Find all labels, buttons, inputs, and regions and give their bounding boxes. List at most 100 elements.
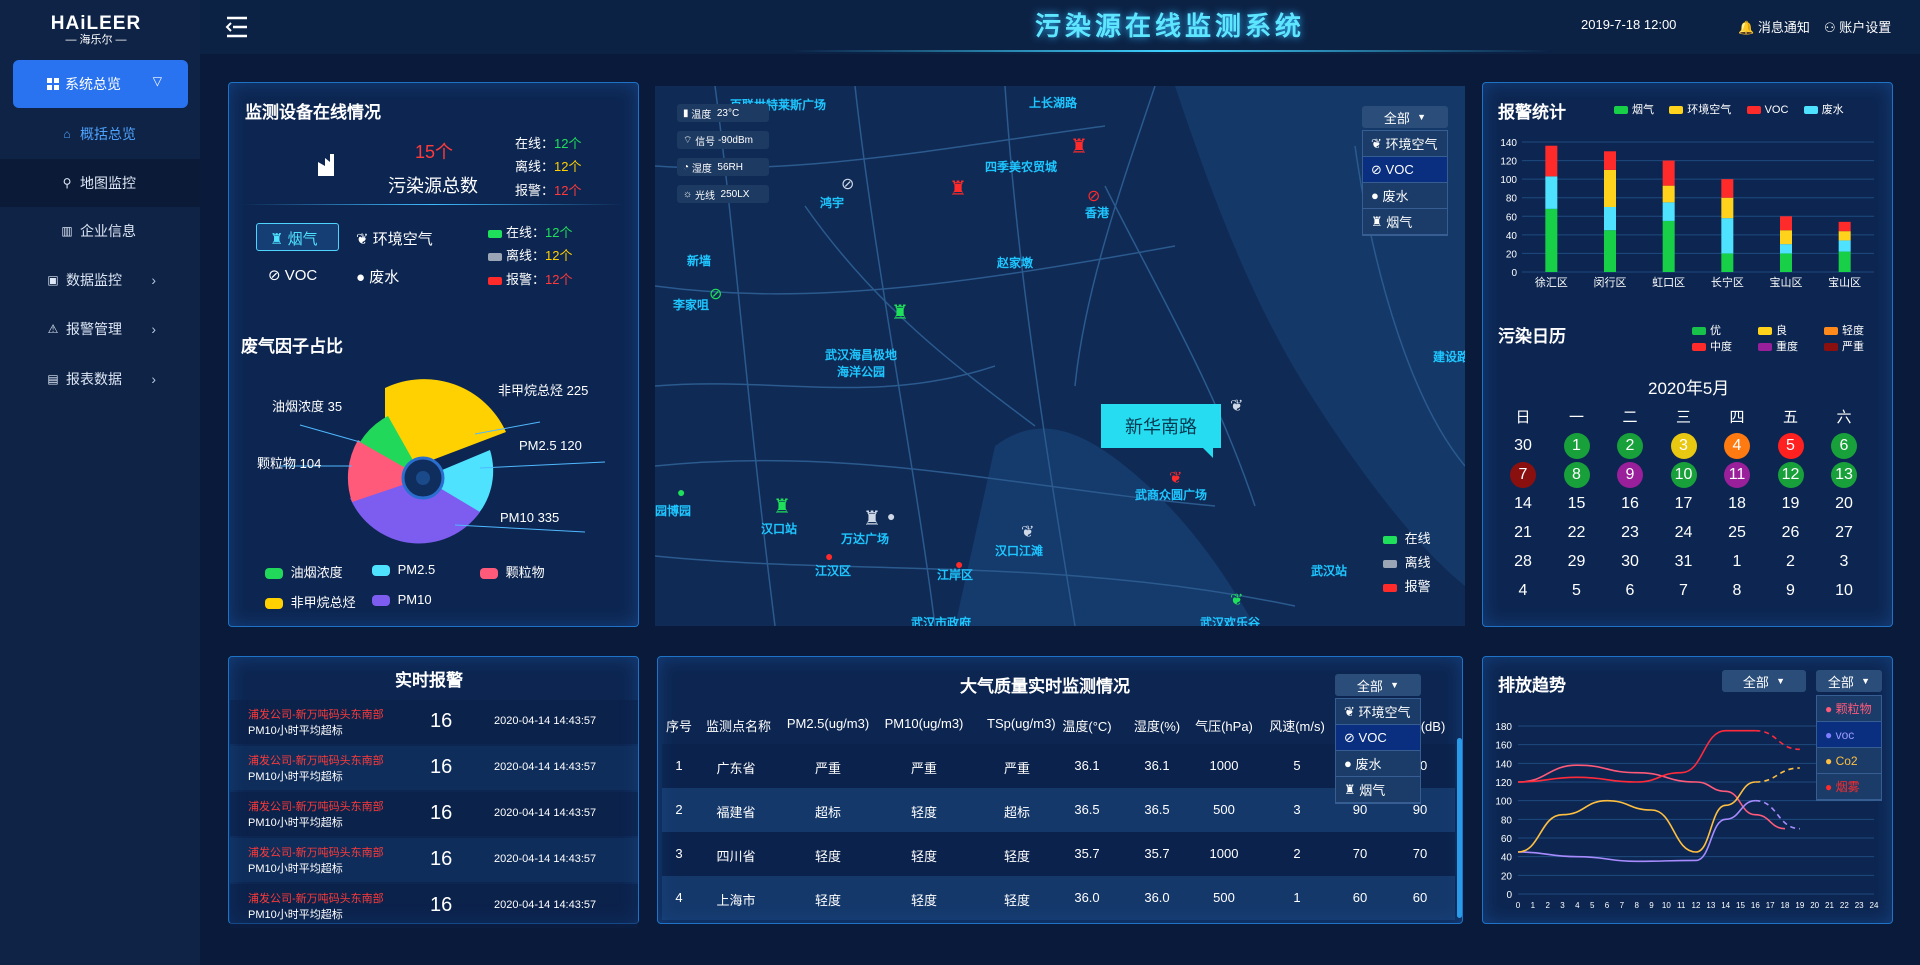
marker-voc-offline-icon[interactable]: ⊘	[841, 174, 854, 194]
calendar-day[interactable]: 19	[1778, 491, 1804, 517]
marker-air-offline-icon[interactable]: ❦	[1230, 396, 1243, 416]
table-header-cell[interactable]: 序号	[649, 716, 709, 735]
calendar-day[interactable]: 1	[1563, 433, 1590, 459]
alarm-row[interactable]: 浦发公司-新万吨码头东南部 PM10小时平均超标 16 2020-04-14 14:4…	[230, 700, 638, 744]
type-tab-water[interactable]: ● 废水	[356, 266, 399, 287]
table-header-cell[interactable]: PM10(ug/m3)	[879, 716, 969, 731]
calendar-day[interactable]: 6	[1831, 433, 1857, 459]
nav-system-overview[interactable]: 系统总览 ▽	[13, 60, 188, 108]
calendar-day[interactable]: 16	[1617, 491, 1643, 517]
table-scrollbar[interactable]	[1457, 738, 1462, 918]
calendar-day[interactable]: 7	[1510, 462, 1536, 488]
table-header-cell[interactable]: 监测点名称	[706, 716, 771, 735]
marker-voc-online-icon[interactable]: ⊘	[709, 284, 722, 304]
nav-data-monitor[interactable]: ▣ 数据监控 ›	[0, 256, 200, 304]
alarm-row[interactable]: 浦发公司-新万吨码头东南部 PM10小时平均超标 16 2020-04-14 14:4…	[230, 746, 638, 790]
calendar-day[interactable]: 21	[1510, 520, 1536, 546]
type-tab-air[interactable]: ❦ 环境空气	[356, 228, 433, 249]
calendar-day[interactable]: 4	[1510, 578, 1536, 604]
calendar-day[interactable]: 3	[1670, 433, 1697, 459]
account-link[interactable]: ⚇ 账户设置	[1824, 17, 1891, 36]
calendar-day[interactable]: 14	[1510, 491, 1536, 517]
marker-air-alarm-icon[interactable]: ❦	[1169, 468, 1182, 488]
calendar-day[interactable]: 30	[1510, 433, 1536, 459]
map-filter-option[interactable]: ❦ 环境空气	[1363, 131, 1447, 157]
calendar-day[interactable]: 18	[1724, 491, 1750, 517]
nav-map-monitor[interactable]: ⚲ 地图监控	[0, 159, 200, 207]
calendar-day[interactable]: 6	[1617, 578, 1643, 604]
calendar-day[interactable]: 10	[1831, 578, 1857, 604]
calendar-day[interactable]: 2	[1778, 549, 1804, 575]
map-view[interactable]: 百联世特莱斯广场 上长湖路 四季美农贸城 香港 鸿宇 李家咀 新墙 赵家墩 武汉…	[655, 86, 1465, 626]
calendar-day[interactable]: 20	[1831, 491, 1857, 517]
trend-filter-1[interactable]: 全部 ▼	[1722, 670, 1806, 692]
marker-online-icon[interactable]: ♜	[773, 494, 791, 519]
calendar-day[interactable]: 1	[1724, 549, 1750, 575]
calendar-day[interactable]: 25	[1724, 520, 1750, 546]
calendar-day[interactable]: 26	[1778, 520, 1804, 546]
marker-offline-icon[interactable]: ♜	[863, 506, 881, 531]
calendar-day[interactable]: 13	[1831, 462, 1857, 488]
nav-report-data[interactable]: ▤ 报表数据 ›	[0, 355, 200, 403]
marker-alarm-icon[interactable]: ♜	[949, 176, 967, 201]
map-filter-option[interactable]: ♜ 烟气	[1363, 209, 1447, 235]
air-filter-option[interactable]: ❦ 环境空气	[1336, 699, 1420, 725]
calendar-day[interactable]: 5	[1777, 433, 1804, 459]
map-filter-option[interactable]: ● 废水	[1363, 183, 1447, 209]
air-filter-option[interactable]: ♜ 烟气	[1336, 777, 1420, 803]
notify-link[interactable]: 🔔 消息通知	[1738, 17, 1810, 36]
marker-water-online-icon[interactable]: ●	[677, 484, 685, 500]
table-header-cell[interactable]: 气压(hPa)	[1194, 716, 1254, 735]
calendar-day[interactable]: 9	[1617, 462, 1643, 488]
calendar-day[interactable]: 3	[1831, 549, 1857, 575]
marker-air-offline-icon[interactable]: ❦	[1021, 522, 1034, 542]
alarm-row[interactable]: 浦发公司-新万吨码头东南部 PM10小时平均超标 16 2020-04-14 14:4…	[230, 884, 638, 928]
trend-series-option[interactable]: ● 烟雾	[1817, 774, 1881, 800]
trend-series-option[interactable]: ● voc	[1817, 722, 1881, 748]
table-header-cell[interactable]: 温度(°C)	[1057, 716, 1117, 735]
air-filter-dropdown[interactable]: 全部 ▼	[1335, 674, 1421, 696]
trend-filter-2[interactable]: 全部 ▼	[1816, 670, 1882, 692]
nav-overview-summary[interactable]: ⌂ 概括总览	[0, 110, 200, 158]
table-header-cell[interactable]: PM2.5(ug/m3)	[783, 716, 873, 731]
marker-online-icon[interactable]: ♜	[891, 300, 909, 325]
marker-water-offline-icon[interactable]: ●	[887, 508, 895, 524]
alarm-row[interactable]: 浦发公司-新万吨码头东南部 PM10小时平均超标 16 2020-04-14 14:4…	[230, 792, 638, 836]
calendar-day[interactable]: 28	[1510, 549, 1536, 575]
calendar-day[interactable]: 4	[1724, 433, 1750, 459]
marker-voc-alarm-icon[interactable]: ⊘	[1087, 186, 1100, 206]
map-filter-option[interactable]: ⊘ VOC	[1363, 157, 1447, 183]
calendar-day[interactable]: 8	[1724, 578, 1750, 604]
table-header-cell[interactable]: 风速(m/s)	[1267, 716, 1327, 735]
calendar-day[interactable]: 10	[1670, 462, 1697, 488]
nav-company-info[interactable]: ▥ 企业信息	[0, 207, 200, 255]
menu-toggle-icon[interactable]	[224, 14, 250, 40]
air-filter-option[interactable]: ⊘ VOC	[1336, 725, 1420, 751]
calendar-day[interactable]: 8	[1563, 462, 1590, 488]
calendar-day[interactable]: 23	[1617, 520, 1643, 546]
calendar-day[interactable]: 5	[1564, 578, 1590, 604]
calendar-day[interactable]: 24	[1671, 520, 1697, 546]
calendar-day[interactable]: 31	[1671, 549, 1697, 575]
type-tab-voc[interactable]: ⊘ VOC	[268, 266, 317, 284]
calendar-day[interactable]: 7	[1671, 578, 1697, 604]
calendar-day[interactable]: 12	[1777, 462, 1804, 488]
trend-series-option[interactable]: ● 颗粒物	[1817, 696, 1881, 722]
table-header-cell[interactable]: 湿度(%)	[1127, 716, 1187, 735]
calendar-day[interactable]: 11	[1724, 462, 1750, 488]
air-filter-option[interactable]: ● 废水	[1336, 751, 1420, 777]
marker-air-online-icon[interactable]: ❦	[1230, 590, 1243, 610]
table-header-cell[interactable]: TSp(ug/m3)	[987, 716, 1056, 731]
calendar-day[interactable]: 2	[1617, 433, 1643, 459]
calendar-day[interactable]: 15	[1564, 491, 1590, 517]
calendar-day[interactable]: 22	[1564, 520, 1590, 546]
calendar-day[interactable]: 30	[1617, 549, 1643, 575]
trend-series-option[interactable]: ● Co2	[1817, 748, 1881, 774]
table-row[interactable]: 3 四川省 轻度 轻度 轻度 35.7 35.7 1000 2 70 70	[662, 832, 1455, 876]
marker-water-alarm-icon[interactable]: ●	[825, 548, 833, 564]
calendar-day[interactable]: 17	[1671, 491, 1697, 517]
alarm-row[interactable]: 浦发公司-新万吨码头东南部 PM10小时平均超标 16 2020-04-14 14:4…	[230, 838, 638, 882]
calendar-day[interactable]: 9	[1778, 578, 1804, 604]
nav-alarm-manage[interactable]: ⚠ 报警管理 ›	[0, 305, 200, 353]
calendar-day[interactable]: 29	[1564, 549, 1590, 575]
